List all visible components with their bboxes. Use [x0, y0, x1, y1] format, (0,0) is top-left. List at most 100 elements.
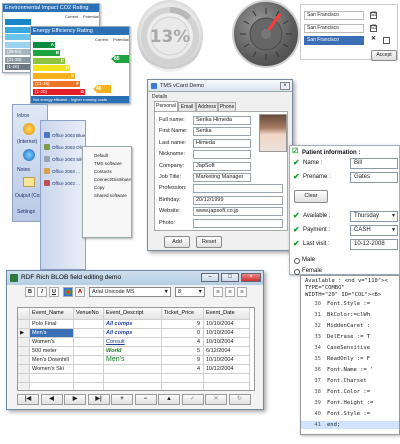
minimize-button[interactable]: – — [201, 273, 219, 282]
grid-cell-name[interactable]: Women's Ski — [30, 365, 74, 374]
nav-refresh-button[interactable]: ↻ — [228, 394, 251, 405]
close-button[interactable]: × — [241, 273, 261, 282]
nav-last-button[interactable]: ▶| — [87, 394, 110, 405]
underline-button[interactable]: U — [49, 287, 59, 297]
nav-prior-button[interactable]: ◀ — [40, 394, 63, 405]
font-color-button[interactable]: A — [75, 287, 85, 297]
grid-cell-name[interactable] — [30, 374, 74, 383]
nav-cancel-button[interactable]: ✕ — [205, 394, 227, 405]
align-center-button[interactable]: ≡ — [225, 287, 235, 297]
grid-cell-desc[interactable] — [104, 383, 162, 390]
add-button[interactable]: Add — [164, 236, 190, 248]
row-indicator[interactable] — [18, 374, 30, 383]
grid-column-header[interactable]: VenueNo — [74, 308, 104, 320]
theme-item[interactable]: Office 2003 Olive — [43, 143, 86, 152]
checkbox[interactable] — [383, 37, 390, 44]
nav-insert-button[interactable]: + — [111, 394, 133, 405]
payment-select[interactable]: CASH ▼ — [350, 225, 398, 236]
grid-column-header[interactable]: Event_Name — [30, 308, 74, 320]
grid-cell-desc[interactable] — [104, 365, 162, 374]
grid-cell-date[interactable]: 10/10/2004 — [204, 329, 250, 338]
maximize-button[interactable]: □ — [221, 273, 239, 282]
grid-cell-price[interactable]: 0 — [162, 329, 204, 338]
reset-button[interactable]: Reset — [196, 236, 222, 248]
grid-cell-date[interactable]: 10/12/2004 — [204, 365, 250, 374]
row-indicator[interactable] — [18, 356, 30, 365]
grid-cell-venue[interactable] — [74, 347, 104, 356]
vcard-field-input[interactable] — [193, 218, 283, 228]
tab-personal[interactable]: Personal — [154, 101, 178, 111]
grid-cell-date[interactable] — [204, 374, 250, 383]
theme-item[interactable]: Office 2003 ... — [43, 167, 80, 176]
available-select[interactable]: Thursday ▼ — [350, 211, 398, 222]
edit-check-icon[interactable]: ☑ — [370, 25, 377, 32]
theme-item[interactable]: Office 2003 ... — [43, 179, 80, 188]
align-right-button[interactable]: ≡ — [237, 287, 247, 297]
grid-cell-price[interactable]: 9 — [162, 320, 204, 329]
color-icon[interactable] — [63, 287, 73, 297]
event-grid[interactable]: Event_Name VenueNo Event_Descript Ticket_Pr… — [17, 307, 255, 391]
row-indicator[interactable] — [18, 383, 30, 390]
grid-cell-name[interactable]: Men's Downhill — [30, 356, 74, 365]
vcard-field-input[interactable]: Serika — [193, 127, 251, 137]
vcard-field-input[interactable] — [193, 184, 283, 194]
male-radio[interactable] — [294, 258, 300, 264]
grid-cell-name[interactable]: 500 meter — [30, 347, 74, 356]
tab-phone[interactable]: Phone — [218, 102, 236, 111]
theme-item[interactable]: Office 2003 Blue — [43, 131, 85, 140]
vcard-field-input[interactable]: Himeda — [193, 138, 251, 148]
grid-cell-price[interactable]: 4 — [162, 365, 204, 374]
close-icon[interactable]: ✕ — [370, 36, 377, 44]
name-field[interactable]: Bill — [350, 158, 398, 169]
grid-cell-price[interactable]: 4 — [162, 338, 204, 347]
row-indicator[interactable] — [18, 320, 30, 329]
nav-edit-button[interactable]: ▲ — [158, 394, 180, 405]
edit-check-icon[interactable]: ☑ — [370, 12, 377, 19]
clear-button[interactable]: Clear — [294, 190, 328, 203]
grid-cell-date[interactable]: 10/10/2004 — [204, 338, 250, 347]
accept-button[interactable]: Accept — [371, 50, 397, 61]
vcard-menu[interactable]: Details — [152, 94, 167, 100]
grid-column-header[interactable]: Event_Descript — [104, 308, 162, 320]
grid-cell-desc[interactable]: Consult — [104, 338, 162, 347]
grid-cell-venue[interactable] — [74, 365, 104, 374]
grid-cell-venue[interactable] — [74, 374, 104, 383]
align-left-button[interactable]: ≡ — [213, 287, 223, 297]
address-row-selected[interactable]: San Francisco — [304, 36, 364, 45]
grid-cell-venue[interactable] — [74, 338, 104, 347]
grid-cell-price[interactable] — [162, 374, 204, 383]
row-indicator[interactable]: ▶ — [18, 329, 30, 338]
grid-cell-price[interactable]: 5 — [162, 347, 204, 356]
grid-cell-date[interactable]: 10/10/2004 — [204, 356, 250, 365]
grid-cell-price[interactable] — [162, 383, 204, 390]
grid-cell-date[interactable]: 10/10/2004 — [204, 320, 250, 329]
grid-cell-desc[interactable]: All comps — [104, 329, 162, 338]
theme-item[interactable]: Office 2003 Silver — [43, 155, 87, 164]
nav-next-button[interactable]: ▶ — [64, 394, 86, 405]
vcard-field-input[interactable]: JapSoft — [193, 161, 251, 171]
vcard-field-input[interactable]: Marketing Manager — [193, 173, 251, 182]
vcard-field-input[interactable]: Serika Himeda — [193, 116, 251, 125]
grid-cell-desc[interactable]: World — [104, 347, 162, 356]
vcard-field-input[interactable]: 20/12/1999 — [193, 195, 283, 205]
vcard-field-input[interactable]: www.japsoft.co.jp — [193, 207, 283, 217]
grid-cell-venue[interactable] — [74, 356, 104, 365]
grid-cell-date[interactable] — [204, 383, 250, 390]
row-indicator[interactable] — [18, 338, 30, 347]
address-row[interactable]: San Francisco — [304, 24, 364, 33]
code-editor[interactable]: Available : <nd v="110">< TYPE="COMBO" W… — [300, 275, 400, 435]
grid-cell-venue[interactable] — [74, 383, 104, 390]
row-indicator[interactable] — [18, 365, 30, 374]
lastvisit-field[interactable]: 10-12-2008 — [350, 239, 398, 250]
grid-cell-price[interactable]: 9 — [162, 356, 204, 365]
close-button[interactable]: × — [280, 82, 290, 90]
address-row[interactable]: San Francisco — [304, 11, 364, 20]
nav-first-button[interactable]: |◀ — [17, 394, 39, 405]
grid-column-header[interactable]: Ticket_Price — [162, 308, 204, 320]
grid-cell-name[interactable] — [30, 383, 74, 390]
row-indicator[interactable] — [18, 347, 30, 356]
font-size-select[interactable]: 8 ▼ — [175, 287, 205, 297]
italic-button[interactable]: I — [37, 287, 47, 297]
tab-email[interactable]: Email — [178, 102, 196, 111]
font-name-select[interactable]: Arial Unicode MS ▼ — [89, 287, 171, 297]
